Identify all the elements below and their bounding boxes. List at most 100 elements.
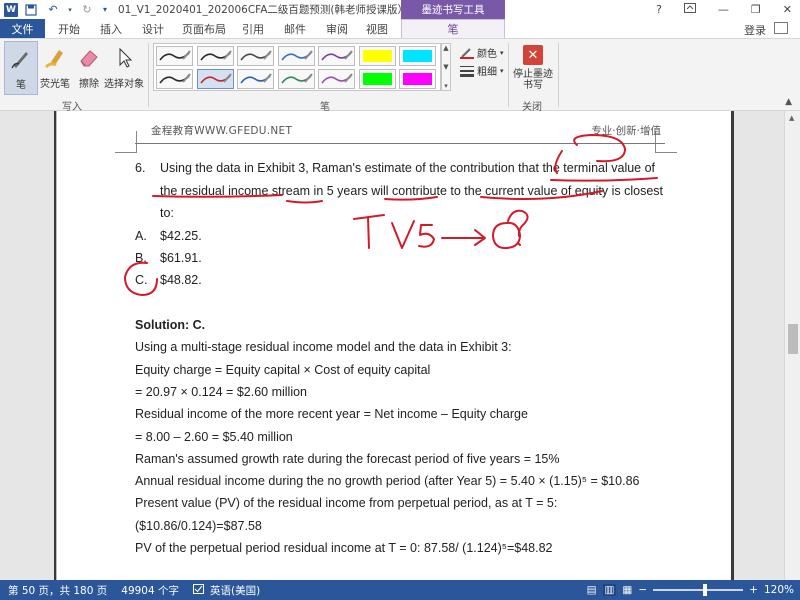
eraser-icon [76,45,102,71]
save-icon[interactable] [22,2,40,18]
pen-swatch[interactable] [318,69,355,89]
ribbon-display-options-icon[interactable] [683,3,696,16]
underline-stroke [286,200,323,204]
tab-review[interactable]: 审阅 [324,19,350,38]
pen-swatch[interactable] [196,46,234,66]
header-right: 专业·创新·增值 [591,125,661,137]
web-layout-icon[interactable]: ▦ [622,584,632,596]
ribbon-separator [148,43,149,107]
restore-button[interactable]: ❐ [751,3,761,16]
sign-in-link[interactable]: 登录 [744,22,766,38]
highlighter-button-label: 荧光笔 [40,79,70,90]
read-mode-icon[interactable]: ▤ [587,584,597,596]
ink-tools-caption: 墨迹书写工具 [401,0,505,19]
zoom-slider-thumb[interactable] [703,584,708,596]
collapse-ribbon-icon[interactable]: ▲ [785,97,792,107]
ribbon: 笔 荧光笔 擦除 选择对象 写入 ▲ ▼ ▾ 颜色 ▾ 粗细 ▾ 笔 ✕ 停止墨迹书… [0,38,800,113]
question-number: 6. [135,161,146,175]
underline-stroke [550,177,658,182]
pen-swatch[interactable] [237,46,274,66]
pen-swatch[interactable] [156,46,193,66]
stop-inking-button[interactable]: ✕ 停止墨迹书写 [511,41,555,95]
highlighter-swatch[interactable] [399,46,436,66]
redo-icon[interactable]: ↻ [78,2,96,18]
gallery-down-icon[interactable]: ▼ [443,63,448,71]
tab-home[interactable]: 开始 [56,19,82,38]
tab-insert[interactable]: 插入 [98,19,124,38]
ribbon-separator [558,43,559,107]
tab-design[interactable]: 设计 [140,19,166,38]
account-icon[interactable] [774,22,788,34]
highlighter-swatch[interactable] [358,46,396,66]
solution-line: Raman's assumed growth rate during the f… [135,452,560,466]
pen-swatch[interactable] [318,46,355,66]
pen-swatch[interactable] [237,69,274,89]
handwriting-T [353,214,385,249]
gallery-scroll[interactable]: ▲ ▼ ▾ [441,43,451,91]
tab-page-layout[interactable]: 页面布局 [178,19,230,38]
pen-swatch[interactable] [196,69,234,89]
pen-button-label: 笔 [16,80,26,91]
word-app-icon[interactable]: W [4,2,18,17]
zoom-out-button[interactable]: − [638,584,647,596]
pen-button[interactable]: 笔 [4,41,38,95]
zoom-in-button[interactable]: + [749,584,758,596]
qat-customize-icon[interactable]: ▾ [100,2,110,18]
undo-dropdown-icon[interactable]: ▾ [66,2,74,18]
undo-icon[interactable]: ↶ [44,2,62,18]
language[interactable]: 英语(美国) [210,583,260,598]
pen-color-icon [460,47,474,59]
pen-color-label: 颜色 [477,49,497,60]
handwriting-V [391,220,415,249]
tab-mailings[interactable]: 邮件 [282,19,308,38]
option-letter: C. [135,273,148,287]
pen-gallery [153,43,441,91]
select-objects-button[interactable]: 选择对象 [104,41,144,95]
pen-color-dropdown[interactable]: 颜色 ▾ [460,45,504,60]
document-page[interactable]: 金程教育WWW.GFEDU.NET 专业·创新·增值 6. Using the … [56,111,732,580]
print-layout-icon[interactable]: ▥ [602,584,617,596]
handwriting-question [507,209,529,246]
handwriting-zero [492,221,521,250]
question-line: to: [160,206,174,220]
tab-pen[interactable]: 笔 [401,19,505,38]
vertical-scrollbar[interactable]: ▲ [784,111,800,580]
handwriting-arrow [441,229,486,246]
page-count[interactable]: 第 50 页，共 180 页 [8,583,107,598]
handwriting-5 [418,224,435,248]
highlighter-swatch[interactable] [399,69,436,89]
tab-references[interactable]: 引用 [240,19,266,38]
solution-line: Annual residual income during the no gro… [135,474,640,488]
proofing-icon[interactable] [193,583,205,597]
option-text: $48.82. [160,273,202,287]
header-left: 金程教育WWW.GFEDU.NET [151,125,293,137]
highlighter-button[interactable]: 荧光笔 [38,41,72,95]
pen-swatch[interactable] [277,69,315,89]
header-rule [135,143,665,144]
option-text: $42.25. [160,229,202,243]
cursor-arrow-icon [111,45,137,71]
pen-swatch[interactable] [277,46,315,66]
stop-inking-label: 停止墨迹书写 [513,69,553,91]
scroll-up-icon[interactable]: ▲ [789,114,794,122]
solution-line: ($10.86/0.124)=$87.58 [135,519,262,533]
scroll-thumb[interactable] [788,324,798,354]
pen-weight-dropdown[interactable]: 粗细 ▾ [460,63,504,78]
word-count[interactable]: 49904 个字 [121,583,179,598]
tab-view[interactable]: 视图 [364,19,390,38]
help-button[interactable]: ? [656,3,662,16]
minimize-button[interactable]: — [718,3,729,16]
highlighter-swatch[interactable] [358,69,396,89]
option-text: $61.91. [160,251,202,265]
select-objects-label: 选择对象 [104,79,144,90]
tab-file[interactable]: 文件 [0,19,45,38]
close-button[interactable]: ✕ [783,3,792,16]
solution-line: Using a multi-stage residual income mode… [135,340,512,354]
eraser-button[interactable]: 擦除 [72,41,106,95]
zoom-level[interactable]: 120% [764,584,794,596]
zoom-slider[interactable] [653,584,744,596]
gallery-up-icon[interactable]: ▲ [443,44,448,52]
pen-swatch[interactable] [156,69,193,89]
gallery-more-icon[interactable]: ▾ [444,82,448,90]
circle-stroke [573,134,626,163]
